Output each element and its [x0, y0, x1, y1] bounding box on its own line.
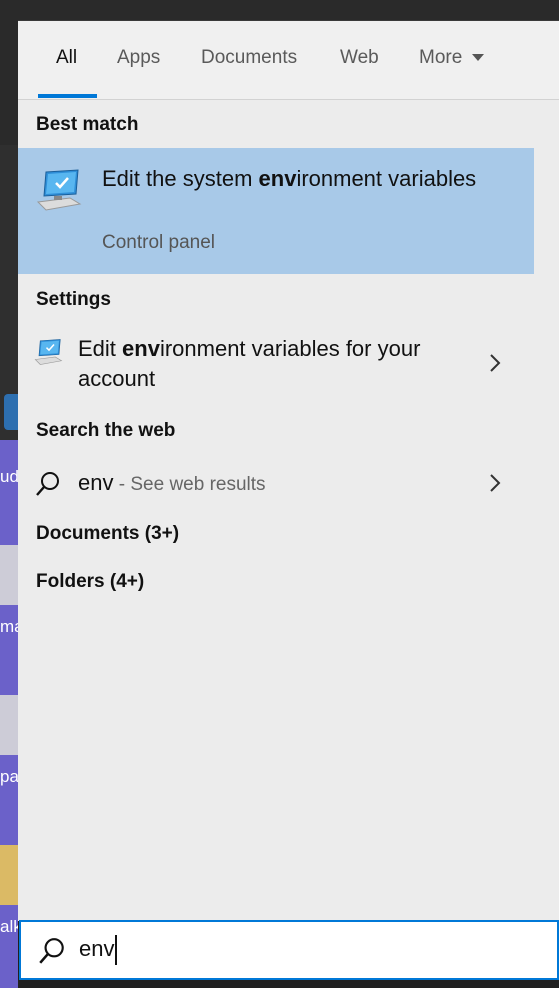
tab-all[interactable]: All: [56, 47, 77, 69]
search-icon: [36, 472, 59, 496]
folder-icon[interactable]: [0, 845, 18, 905]
best-match-heading: Best match: [36, 114, 139, 135]
search-panel: All Apps Documents Web More Best match E…: [18, 20, 559, 921]
web-query: env: [78, 470, 114, 495]
monitor-settings-icon: [34, 339, 63, 365]
chevron-right-icon: [490, 474, 501, 492]
tab-more[interactable]: More: [419, 47, 485, 69]
web-search-result[interactable]: env - See web results: [18, 466, 534, 506]
desktop-shortcut-icon[interactable]: [0, 695, 18, 755]
web-result-text: env - See web results: [78, 468, 266, 500]
desktop-blue-button: [4, 394, 18, 430]
tab-more-label: More: [419, 47, 463, 68]
desktop-label-fragment: pa: [0, 768, 18, 786]
search-input-value: env: [79, 935, 118, 965]
active-tab-indicator: [38, 94, 97, 98]
tab-web[interactable]: Web: [340, 47, 379, 69]
settings-heading: Settings: [36, 289, 111, 310]
text-cursor: [115, 935, 118, 965]
folders-heading[interactable]: Folders (4+): [36, 571, 144, 593]
desktop-label-fragment: alk: [0, 918, 18, 936]
best-match-title: Edit the system environment variables: [102, 166, 477, 191]
web-heading: Search the web: [36, 420, 176, 441]
desktop-shortcut-icon[interactable]: [0, 545, 18, 605]
tab-apps[interactable]: Apps: [117, 47, 160, 69]
chevron-right-icon: [490, 354, 501, 372]
search-tabs: All Apps Documents Web More: [18, 21, 559, 100]
search-icon: [39, 938, 64, 964]
best-match-result[interactable]: Edit the system environment variables Co…: [18, 148, 534, 274]
desktop-label-fragment: ma: [0, 618, 18, 636]
search-results: Best match Edit the system environment v…: [18, 100, 534, 921]
caret-down-icon: [472, 54, 485, 62]
documents-heading[interactable]: Documents (3+): [36, 523, 179, 545]
settings-result[interactable]: Edit environment variables for your acco…: [18, 332, 534, 400]
search-input[interactable]: env: [19, 920, 559, 980]
monitor-settings-icon: [36, 169, 82, 211]
web-hint: - See web results: [113, 474, 266, 495]
desktop-label-fragment: ud: [0, 468, 18, 486]
best-match-subtitle: Control panel: [102, 232, 216, 253]
tab-documents[interactable]: Documents: [201, 47, 297, 69]
settings-result-title: Edit environment variables for your acco…: [78, 336, 421, 391]
